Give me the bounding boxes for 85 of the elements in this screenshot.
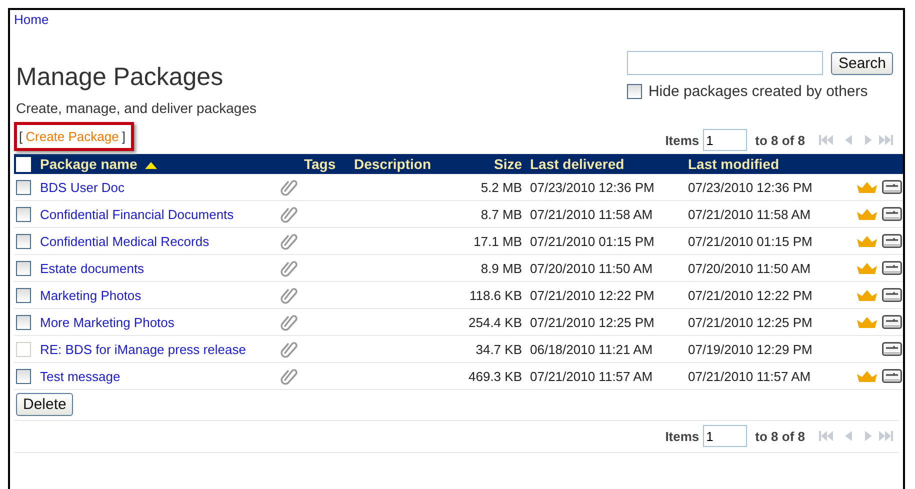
package-link[interactable]: Test message	[40, 368, 120, 384]
row-checkbox[interactable]	[16, 207, 31, 222]
date-cell: 07/23/2010 12:36 PM	[530, 180, 654, 194]
package-link[interactable]: Confidential Financial Documents	[40, 206, 234, 222]
column-header[interactable]: Description	[354, 156, 432, 172]
date-cell: 07/21/2010 11:57 AM	[688, 368, 811, 384]
envelope-icon[interactable]	[882, 234, 902, 248]
items-label: Items	[665, 428, 700, 444]
crown-icon	[856, 370, 878, 382]
row-checkbox[interactable]	[16, 234, 31, 250]
date-cell: 07/21/2010 11:58 AM	[530, 206, 653, 222]
crown-icon	[856, 289, 878, 301]
paperclip-icon	[280, 313, 298, 331]
date-cell: 07/20/2010 11:50 AM	[688, 260, 811, 276]
package-link[interactable]: Estate documents	[40, 260, 144, 276]
envelope-icon[interactable]	[882, 288, 902, 302]
items-label: Items	[665, 132, 700, 148]
column-header[interactable]: Last delivered	[530, 156, 624, 172]
search-field[interactable]	[627, 51, 824, 75]
size-cell: 8.9 MB	[480, 260, 522, 276]
column-header[interactable]: Size	[494, 156, 522, 172]
date-cell: 07/20/2010 11:50 AM	[530, 260, 653, 276]
crown-icon	[856, 262, 878, 274]
crown-icon	[856, 316, 878, 328]
crown-icon	[856, 235, 878, 247]
home-link[interactable]: Home	[14, 12, 49, 27]
page-subtitle: Create, manage, and deliver packages	[16, 100, 256, 116]
bracket: ]	[122, 129, 126, 144]
date-cell: 07/21/2010 12:22 PM	[688, 288, 812, 302]
size-cell: 118.6 KB	[469, 288, 522, 302]
envelope-icon[interactable]	[882, 180, 902, 194]
date-cell: 07/21/2010 12:25 PM	[530, 314, 654, 330]
size-cell: 254.4 KB	[468, 314, 522, 330]
items-range: to 8 of 8	[755, 132, 805, 148]
paperclip-icon	[280, 232, 298, 250]
checkbox-label: Hide packages created by others	[648, 83, 868, 100]
paperclip-icon	[280, 259, 298, 277]
column-header[interactable]: Tags	[304, 156, 336, 172]
paperclip-icon	[280, 286, 298, 304]
date-cell: 06/18/2010 11:21 AM	[530, 342, 653, 356]
date-cell: 07/21/2010 01:15 PM	[530, 234, 654, 248]
date-cell: 07/21/2010 11:57 AM	[530, 368, 653, 384]
crown-icon	[856, 208, 878, 220]
size-cell: 5.2 MB	[480, 180, 522, 194]
pager-nav-icon	[819, 429, 893, 443]
date-cell: 07/21/2010 11:58 AM	[688, 206, 811, 222]
date-cell: 07/19/2010 12:29 PM	[688, 342, 812, 356]
package-link[interactable]: Confidential Medical Records	[40, 234, 210, 248]
delete-button[interactable]: Delete	[16, 393, 74, 416]
date-cell: 07/21/2010 12:22 PM	[530, 288, 654, 302]
row-checkbox[interactable]	[16, 261, 31, 276]
crown-icon	[856, 181, 878, 193]
column-header[interactable]: Package name	[40, 156, 138, 172]
row-checkbox[interactable]	[16, 180, 31, 196]
paperclip-icon	[280, 205, 298, 223]
paperclip-icon	[280, 178, 298, 196]
page-field[interactable]: 1	[703, 129, 748, 151]
size-cell: 17.1 MB	[474, 234, 522, 248]
size-cell: 34.7 KB	[476, 342, 522, 356]
envelope-icon[interactable]	[882, 369, 902, 383]
paperclip-icon	[280, 367, 298, 385]
row-checkbox[interactable]	[16, 288, 31, 304]
package-link[interactable]: BDS User Doc	[40, 180, 125, 194]
row-checkbox[interactable]	[16, 369, 31, 384]
package-link[interactable]: Marketing Photos	[40, 288, 142, 302]
items-range: to 8 of 8	[755, 428, 805, 444]
date-cell: 07/23/2010 12:36 PM	[688, 180, 812, 194]
page-title: Manage Packages	[16, 63, 224, 92]
size-cell: 8.7 MB	[480, 206, 522, 222]
select-all-checkbox[interactable]	[16, 157, 31, 172]
row-checkbox[interactable]	[16, 315, 31, 330]
pager-nav-icon	[819, 133, 893, 147]
bracket: [	[19, 129, 23, 144]
envelope-icon[interactable]	[882, 315, 902, 329]
envelope-icon[interactable]	[882, 261, 902, 275]
package-link[interactable]: More Marketing Photos	[40, 314, 174, 330]
size-cell: 469.3 KB	[468, 368, 522, 384]
envelope-icon[interactable]	[882, 207, 902, 221]
search-button[interactable]: Search	[831, 52, 893, 74]
paperclip-icon	[280, 340, 298, 358]
checkbox[interactable]	[627, 84, 642, 99]
column-header[interactable]: Last modified	[688, 156, 780, 172]
date-cell: 07/21/2010 12:25 PM	[688, 314, 812, 330]
date-cell: 07/21/2010 01:15 PM	[688, 234, 812, 248]
page-field[interactable]: 1	[703, 425, 748, 447]
